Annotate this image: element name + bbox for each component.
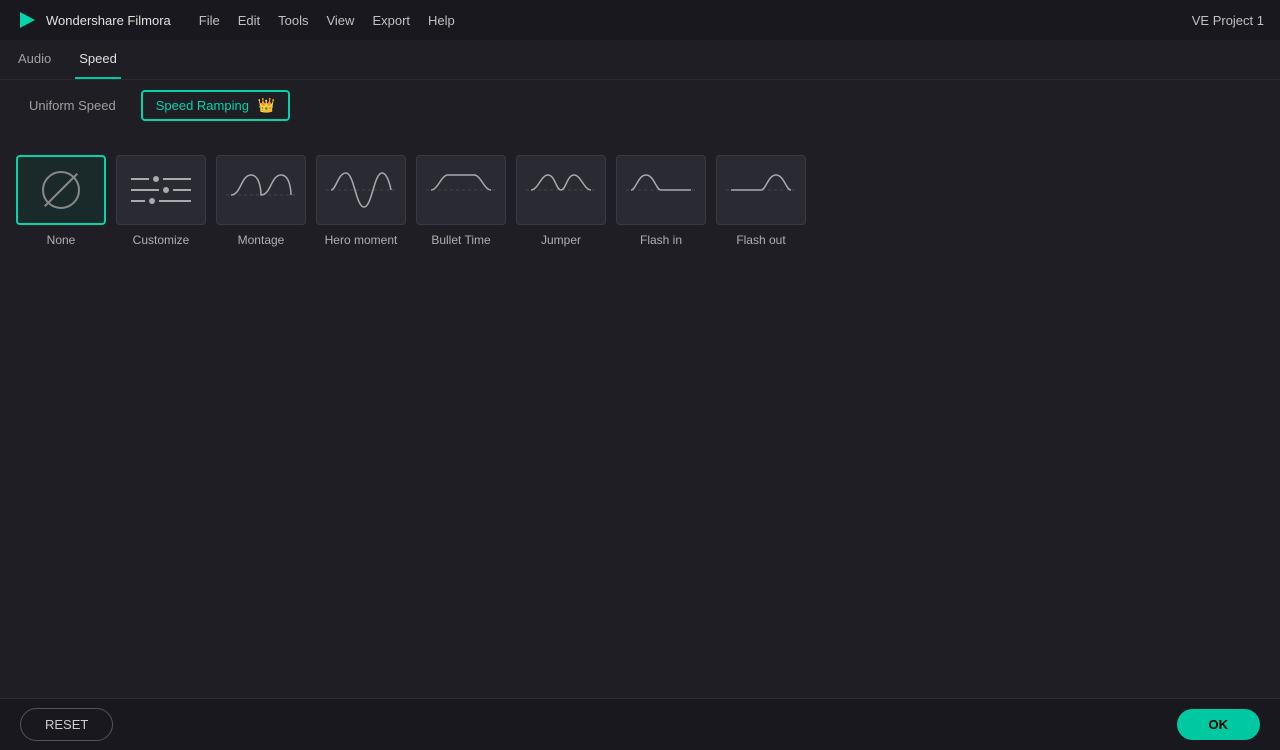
preset-flash-out[interactable]: Flash out — [716, 155, 806, 247]
app-name: Wondershare Filmora — [46, 13, 171, 28]
content-area: None — [0, 131, 1280, 271]
flash-in-curve-icon — [626, 165, 696, 215]
presets-grid: None — [16, 145, 1264, 257]
preset-label-hero-moment: Hero moment — [325, 233, 398, 247]
montage-curve-icon — [226, 165, 296, 215]
subtabs-row: Uniform Speed Speed Ramping 👑 — [0, 80, 1280, 131]
customize-icon — [127, 172, 195, 208]
bottom-bar: RESET OK — [0, 698, 1280, 750]
menu-view[interactable]: View — [326, 13, 354, 28]
preset-card-hero-moment[interactable] — [316, 155, 406, 225]
menu-help[interactable]: Help — [428, 13, 455, 28]
preset-label-flash-out: Flash out — [736, 233, 785, 247]
tab-audio[interactable]: Audio — [14, 40, 55, 79]
menu-tools[interactable]: Tools — [278, 13, 308, 28]
menu-edit[interactable]: Edit — [238, 13, 260, 28]
preset-card-flash-in[interactable] — [616, 155, 706, 225]
preset-card-jumper[interactable] — [516, 155, 606, 225]
flash-out-curve-icon — [726, 165, 796, 215]
preset-card-bullet-time[interactable] — [416, 155, 506, 225]
preset-card-none[interactable] — [16, 155, 106, 225]
menu-export[interactable]: Export — [372, 13, 410, 28]
none-icon — [42, 171, 80, 209]
bullet-time-curve-icon — [426, 165, 496, 215]
preset-bullet-time[interactable]: Bullet Time — [416, 155, 506, 247]
ok-button[interactable]: OK — [1177, 709, 1261, 740]
tab-speed[interactable]: Speed — [75, 40, 121, 79]
subtab-uniform-speed[interactable]: Uniform Speed — [14, 91, 131, 120]
preset-card-flash-out[interactable] — [716, 155, 806, 225]
preset-flash-in[interactable]: Flash in — [616, 155, 706, 247]
project-title: VE Project 1 — [1192, 13, 1264, 28]
preset-label-montage: Montage — [238, 233, 285, 247]
crown-icon: 👑 — [258, 97, 275, 114]
subtab-speed-ramping[interactable]: Speed Ramping 👑 — [141, 90, 290, 121]
preset-customize[interactable]: Customize — [116, 155, 206, 247]
preset-label-bullet-time: Bullet Time — [431, 233, 490, 247]
preset-label-flash-in: Flash in — [640, 233, 682, 247]
reset-button[interactable]: RESET — [20, 708, 113, 741]
app-logo — [16, 9, 38, 31]
preset-label-customize: Customize — [133, 233, 190, 247]
preset-card-montage[interactable] — [216, 155, 306, 225]
preset-label-none: None — [47, 233, 76, 247]
jumper-curve-icon — [526, 165, 596, 215]
preset-none[interactable]: None — [16, 155, 106, 247]
preset-card-customize[interactable] — [116, 155, 206, 225]
preset-montage[interactable]: Montage — [216, 155, 306, 247]
main-tabs: Audio Speed — [0, 40, 1280, 80]
menu-bar: File Edit Tools View Export Help — [199, 13, 455, 28]
hero-moment-curve-icon — [326, 165, 396, 215]
preset-label-jumper: Jumper — [541, 233, 581, 247]
menu-file[interactable]: File — [199, 13, 220, 28]
title-bar-left: Wondershare Filmora File Edit Tools View… — [16, 9, 455, 31]
title-bar: Wondershare Filmora File Edit Tools View… — [0, 0, 1280, 40]
preset-hero-moment[interactable]: Hero moment — [316, 155, 406, 247]
preset-jumper[interactable]: Jumper — [516, 155, 606, 247]
